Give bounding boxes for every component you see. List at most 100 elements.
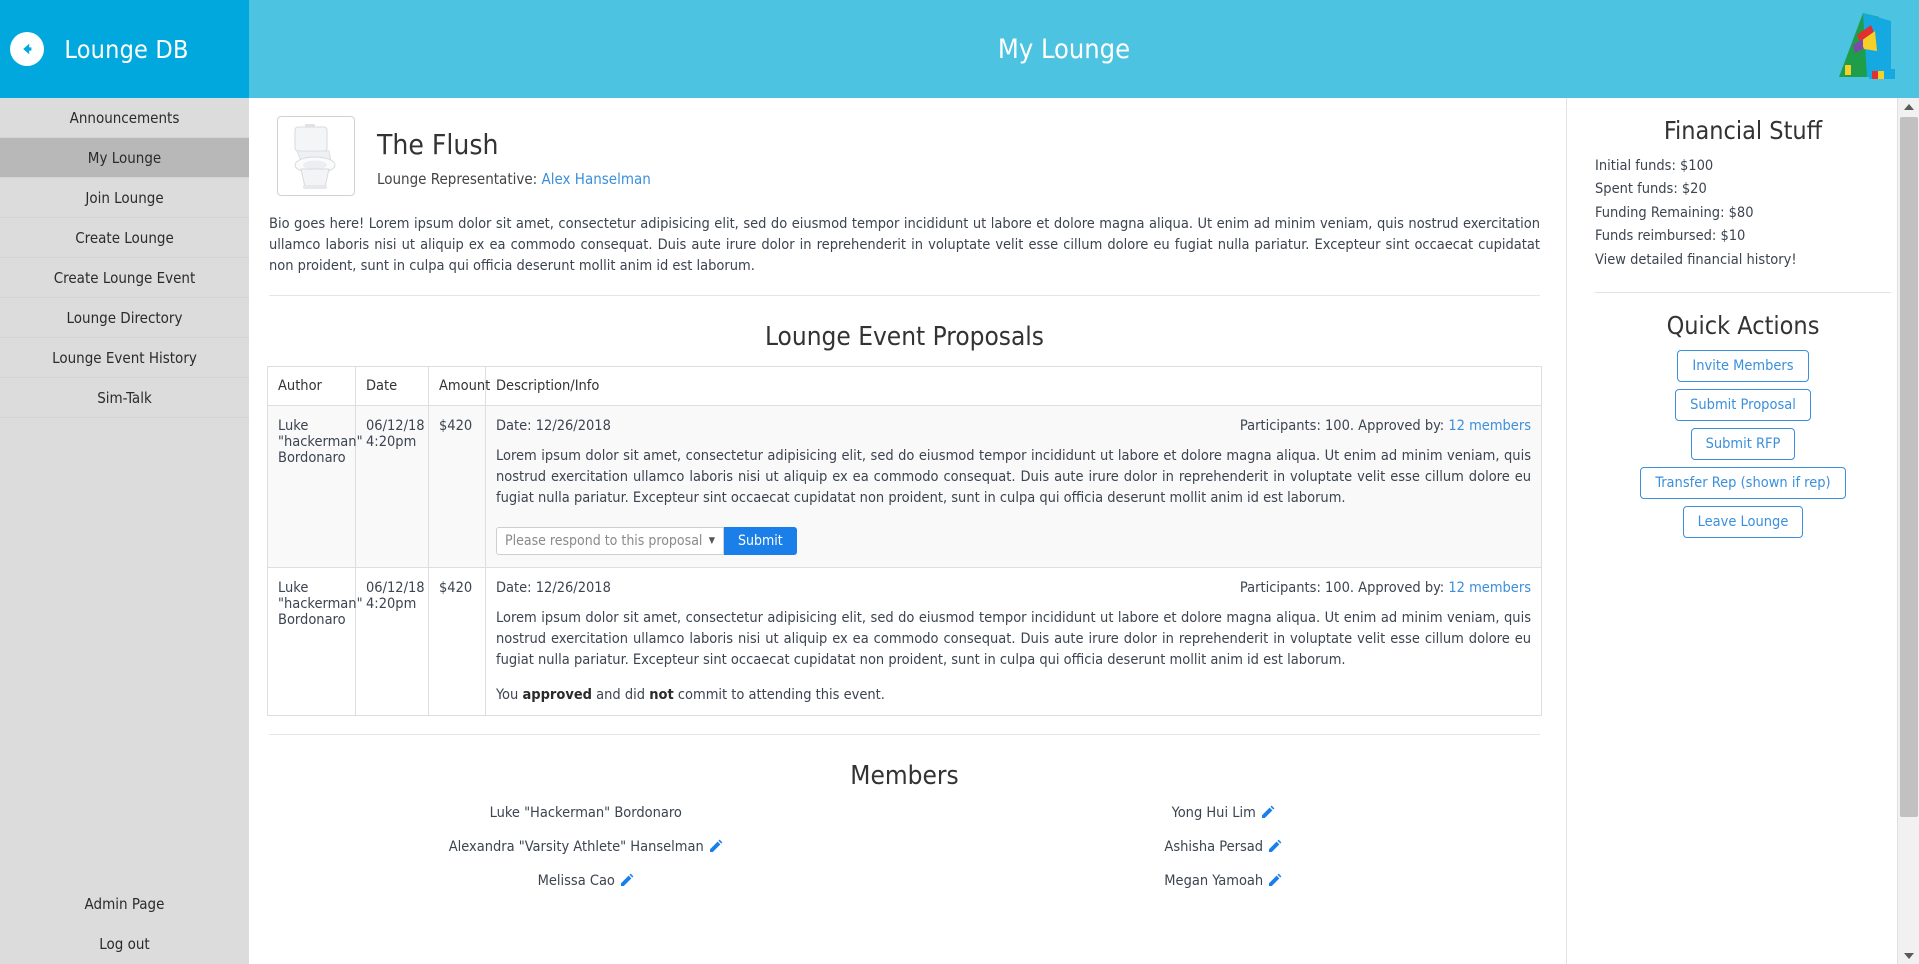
back-arrow-icon[interactable]	[10, 32, 44, 66]
column-header-author: Author	[267, 366, 356, 407]
transfer-rep-button[interactable]: Transfer Rep (shown if rep)	[1640, 467, 1846, 500]
sidebar-item-lounge-event-history[interactable]: Lounge Event History	[0, 338, 249, 378]
proposals-table-body: Luke "hackerman" Bordonaro 06/12/18 4:20…	[267, 405, 1542, 717]
proposal-event-date: Date: 12/26/2018	[496, 418, 611, 435]
list-item: Luke "Hackerman" Bordonaro	[267, 805, 905, 823]
quick-actions-title: Quick Actions	[1666, 311, 1820, 341]
proposal-body: Lorem ipsum dolor sit amet, consectetur …	[496, 448, 1531, 507]
cell-description: Date: 12/26/2018 Participants: 100. Appr…	[485, 405, 1542, 569]
proposal-event-date: Date: 12/26/2018	[496, 580, 611, 597]
scroll-up-arrow-icon[interactable]	[1898, 98, 1919, 115]
divider-after-bio	[269, 295, 1540, 297]
content-area: The Flush Lounge Representative: Alex Ha…	[249, 98, 1919, 964]
members-grid: Luke "Hackerman" Bordonaro Yong Hui Lim …	[267, 805, 1542, 911]
app-logo-icon	[1817, 5, 1895, 83]
leave-lounge-button[interactable]: Leave Lounge	[1682, 506, 1804, 539]
cell-date: 06/12/18 4:20pm	[355, 405, 429, 569]
edit-icon[interactable]	[1268, 873, 1282, 891]
proposal-status-text: You approved and did not commit to atten…	[496, 687, 1531, 703]
column-header-description: Description/Info	[485, 366, 1542, 407]
participants-text: Participants: 100. Approved by:	[1239, 418, 1445, 435]
lounge-header: The Flush Lounge Representative: Alex Ha…	[267, 110, 1542, 196]
approved-by-link[interactable]: 12 members	[1448, 580, 1531, 596]
proposal-participants: Participants: 100. Approved by: 12 membe…	[1240, 580, 1531, 596]
approved-by-link[interactable]: 12 members	[1448, 418, 1531, 434]
submit-proposal-button[interactable]: Submit Proposal	[1675, 389, 1811, 422]
financial-initial-funds: Initial funds: $100	[1595, 158, 1714, 174]
left-sidebar: Lounge DB Announcements My Lounge Join L…	[0, 0, 249, 964]
list-item: Yong Hui Lim	[905, 805, 1543, 823]
respond-select-value: Please respond to this proposal	[505, 533, 703, 550]
table-row: Luke "hackerman" Bordonaro 06/12/18 4:20…	[267, 405, 1542, 569]
invite-members-button[interactable]: Invite Members	[1677, 350, 1809, 383]
financial-funds-reimbursed: Funds reimbursed: $10	[1595, 228, 1746, 245]
sidebar-nav: Announcements My Lounge Join Lounge Crea…	[0, 98, 249, 418]
table-header-row: Author Date Amount Description/Info	[267, 366, 1542, 407]
edit-icon[interactable]	[1268, 839, 1282, 857]
proposal-body: Lorem ipsum dolor sit amet, consectetur …	[496, 610, 1531, 669]
sidebar-item-create-lounge-event[interactable]: Create Lounge Event	[0, 258, 249, 298]
member-name: Yong Hui Lim	[1171, 805, 1256, 822]
toilet-photo	[277, 116, 355, 196]
lounge-representative: Lounge Representative: Alex Hanselman	[377, 170, 651, 188]
financial-section-title: Financial Stuff	[1663, 116, 1823, 145]
list-item: Ashisha Persad	[905, 839, 1543, 857]
proposals-section-title: Lounge Event Proposals	[764, 322, 1044, 353]
member-name: Ashisha Persad	[1164, 839, 1264, 856]
financial-spent-funds: Spent funds: $20	[1595, 181, 1707, 198]
table-row: Luke "hackerman" Bordonaro 06/12/18 4:20…	[267, 567, 1542, 717]
scrollbar-thumb[interactable]	[1900, 117, 1918, 817]
cell-amount: $420	[428, 405, 486, 569]
submit-response-button[interactable]: Submit	[724, 527, 797, 556]
sidebar-item-announcements[interactable]: Announcements	[0, 98, 249, 138]
column-header-date: Date	[355, 366, 429, 407]
member-name: Luke "Hackerman" Bordonaro	[489, 805, 682, 822]
members-section-title: Members	[850, 761, 959, 792]
right-sidebar: Financial Stuff Initial funds: $100 Spen…	[1567, 98, 1919, 964]
divider-aside	[1595, 292, 1891, 294]
status-post: commit to attending this event.	[673, 687, 885, 704]
participants-text: Participants: 100. Approved by:	[1239, 580, 1445, 597]
proposal-participants: Participants: 100. Approved by: 12 membe…	[1240, 418, 1531, 434]
page-title: My Lounge	[997, 33, 1131, 65]
divider-after-proposals	[269, 734, 1540, 736]
status-pre: You	[496, 687, 523, 704]
vertical-scrollbar[interactable]	[1897, 98, 1919, 964]
sidebar-item-my-lounge[interactable]: My Lounge	[0, 138, 249, 178]
status-not: not	[649, 687, 674, 704]
proposal-meta: Date: 12/26/2018 Participants: 100. Appr…	[496, 580, 1531, 596]
financial-history-link[interactable]: View detailed financial history!	[1595, 249, 1891, 272]
lounge-title-block: The Flush Lounge Representative: Alex Ha…	[377, 116, 651, 188]
main-column: The Flush Lounge Representative: Alex Ha…	[249, 98, 1567, 964]
column-header-amount: Amount	[428, 366, 490, 407]
quick-actions-list: Invite Members Submit Proposal Submit RF…	[1595, 350, 1891, 539]
edit-icon[interactable]	[709, 839, 723, 857]
right-pane: My Lounge The Flush Lounge Representativ…	[249, 0, 1919, 964]
list-item: Alexandra "Varsity Athlete" Hanselman	[267, 839, 905, 857]
cell-author: Luke "hackerman" Bordonaro	[267, 405, 363, 569]
edit-icon[interactable]	[620, 873, 634, 891]
list-item: Melissa Cao	[267, 873, 905, 891]
sidebar-item-log-out[interactable]: Log out	[0, 924, 249, 964]
sidebar-item-join-lounge[interactable]: Join Lounge	[0, 178, 249, 218]
proposal-meta: Date: 12/26/2018 Participants: 100. Appr…	[496, 418, 1531, 434]
status-mid: and did	[592, 687, 650, 704]
respond-select[interactable]: Please respond to this proposal ▼	[496, 527, 724, 556]
cell-author: Luke "hackerman" Bordonaro	[267, 567, 363, 717]
cell-amount: $420	[428, 567, 486, 717]
scroll-down-arrow-icon[interactable]	[1898, 947, 1919, 964]
member-name: Alexandra "Varsity Athlete" Hanselman	[448, 839, 704, 856]
chevron-down-icon: ▼	[708, 536, 715, 547]
sidebar-item-sim-talk[interactable]: Sim-Talk	[0, 378, 249, 418]
submit-rfp-button[interactable]: Submit RFP	[1690, 428, 1796, 461]
edit-icon[interactable]	[1261, 805, 1275, 823]
financial-funding-remaining: Funding Remaining: $80	[1595, 204, 1754, 221]
proposals-table-head: Author Date Amount Description/Info	[267, 366, 1542, 407]
list-item: Megan Yamoah	[905, 873, 1543, 891]
status-approved: approved	[522, 687, 593, 704]
lounge-rep-link[interactable]: Alex Hanselman	[542, 170, 651, 188]
sidebar-item-create-lounge[interactable]: Create Lounge	[0, 218, 249, 258]
sidebar-item-lounge-directory[interactable]: Lounge Directory	[0, 298, 249, 338]
cell-description: Date: 12/26/2018 Participants: 100. Appr…	[485, 567, 1542, 717]
sidebar-item-admin-page[interactable]: Admin Page	[0, 884, 249, 924]
